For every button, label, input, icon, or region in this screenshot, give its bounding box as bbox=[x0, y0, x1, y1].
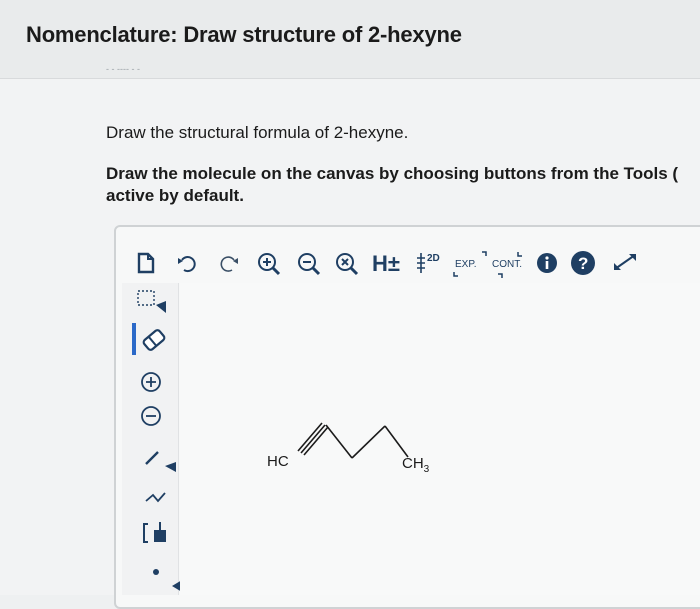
atom-label-ch3: CH3 bbox=[402, 455, 429, 475]
page-title: Nomenclature: Draw structure of 2-hexyne bbox=[26, 22, 462, 47]
contract-button[interactable]: CONT. bbox=[490, 250, 534, 280]
hydrogen-toggle-button[interactable]: H± bbox=[372, 251, 400, 277]
single-bond bbox=[384, 425, 409, 458]
undo-icon[interactable] bbox=[176, 255, 198, 273]
charge-minus-icon[interactable] bbox=[136, 402, 166, 430]
help-icon[interactable]: ? bbox=[570, 250, 596, 276]
atom-label-ch3-text: CH bbox=[402, 455, 424, 472]
instruction-text: Draw the structural formula of 2-hexyne. bbox=[106, 123, 409, 142]
redo-icon[interactable] bbox=[218, 255, 240, 273]
svg-text:?: ? bbox=[578, 254, 588, 273]
new-document-icon[interactable] bbox=[136, 252, 156, 274]
instruction-bold: Draw the molecule on the canvas by choos… bbox=[106, 163, 700, 207]
instruction-bold-line2: active by default. bbox=[106, 186, 244, 205]
atom-label-hc: HC bbox=[267, 453, 289, 470]
single-bond bbox=[351, 425, 386, 459]
atom-label-ch3-sub: 3 bbox=[423, 464, 430, 475]
fullscreen-icon[interactable] bbox=[610, 250, 640, 274]
contract-label: CONT. bbox=[492, 259, 522, 270]
info-icon[interactable] bbox=[536, 252, 558, 274]
single-bond-tool-icon[interactable] bbox=[140, 444, 180, 474]
clean-2d-button[interactable]: 2D bbox=[414, 250, 442, 276]
instruction-bold-line1: Draw the molecule on the canvas by choos… bbox=[106, 164, 679, 183]
chain-tool-icon[interactable] bbox=[140, 483, 174, 509]
triple-bond bbox=[297, 422, 329, 456]
zoom-out-icon[interactable] bbox=[296, 251, 322, 277]
editor-toolbar: H± 2D EXP. CONT. ? bbox=[122, 242, 700, 282]
expand-button[interactable]: EXP. bbox=[452, 250, 492, 278]
clean-2d-label: 2D bbox=[427, 253, 440, 264]
charge-plus-icon[interactable] bbox=[136, 368, 166, 396]
zoom-in-icon[interactable] bbox=[256, 251, 282, 277]
select-tool-icon[interactable] bbox=[134, 287, 174, 317]
template-tool-icon[interactable] bbox=[140, 518, 174, 548]
page-subtitle: - - ---- - - bbox=[106, 64, 140, 74]
molecule-drawing bbox=[297, 422, 409, 459]
page-header: Nomenclature: Draw structure of 2-hexyne… bbox=[0, 0, 700, 79]
expand-label: EXP. bbox=[455, 259, 477, 270]
zoom-reset-icon[interactable] bbox=[334, 251, 360, 277]
single-bond bbox=[325, 424, 353, 459]
eraser-tool-icon[interactable] bbox=[130, 321, 174, 357]
